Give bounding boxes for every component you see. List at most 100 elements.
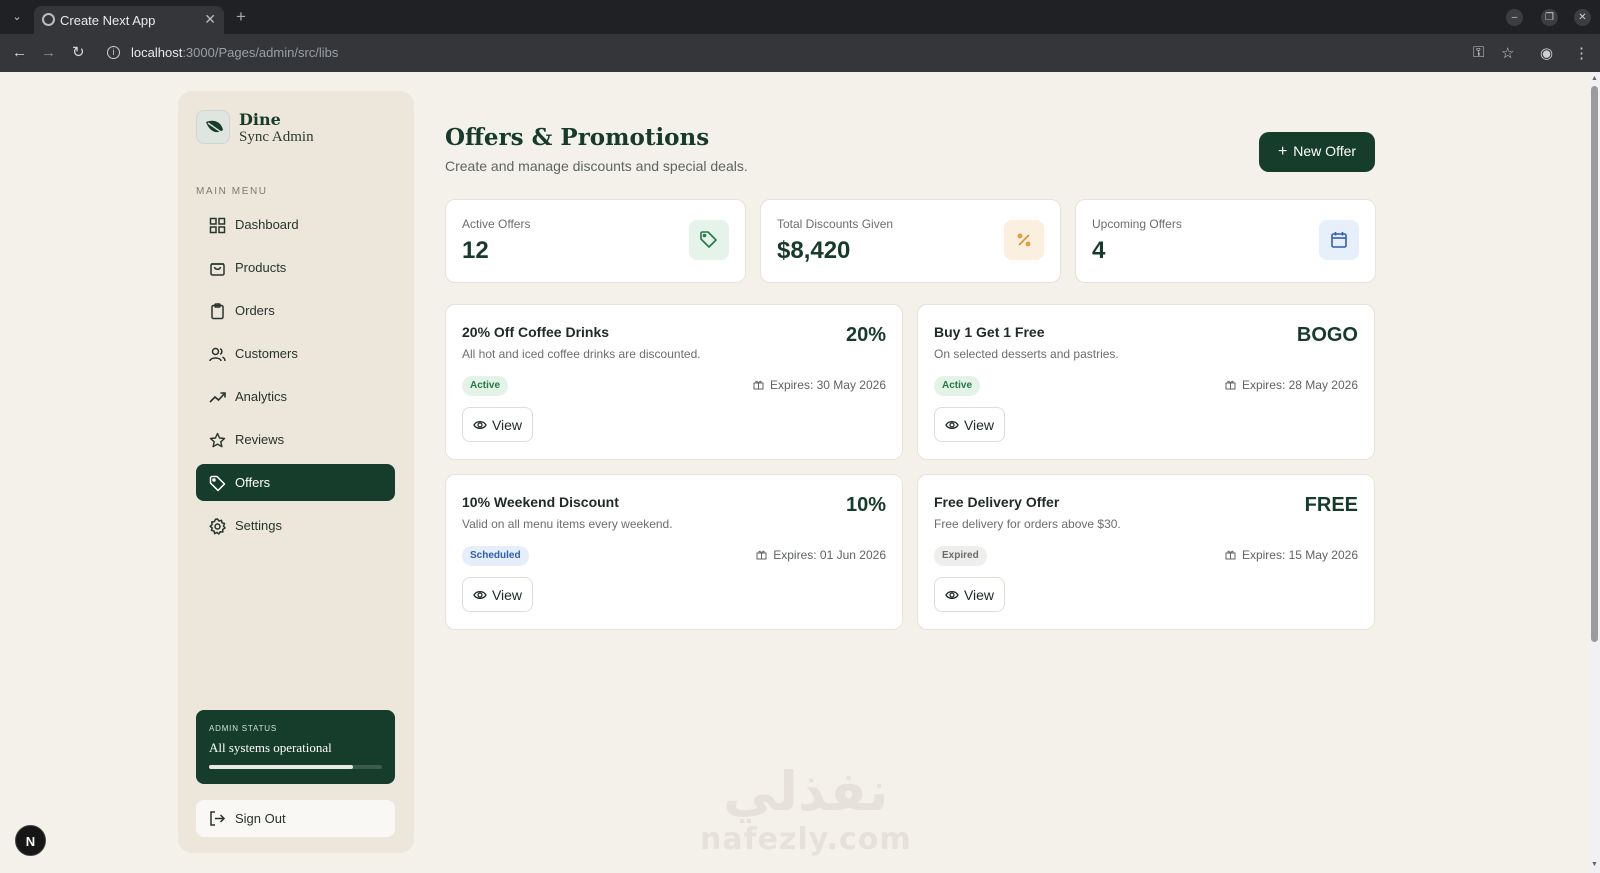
view-button[interactable]: View [462, 577, 533, 612]
offer-description: On selected desserts and pastries. [934, 347, 1119, 361]
offer-name: 20% Off Coffee Drinks [462, 324, 610, 340]
sidebar-item-analytics[interactable]: Analytics [196, 378, 395, 415]
tab-close-icon[interactable]: ✕ [204, 11, 216, 28]
status-progress-bar [209, 765, 382, 769]
page-title: Offers & Promotions [445, 124, 710, 151]
offer-value: 20% [845, 324, 886, 346]
brand-subtitle: Sync Admin [239, 129, 314, 145]
menu-dots-icon[interactable]: ⋮ [1574, 44, 1589, 62]
stat-card-total-discounts: Total Discounts Given $8,420 [760, 199, 1061, 283]
globe-icon [42, 13, 55, 26]
sidebar-item-dashboard[interactable]: Dashboard [196, 206, 395, 243]
restore-icon[interactable]: ❐ [1541, 9, 1558, 26]
status-badge: Scheduled [462, 546, 529, 566]
offer-description: Valid on all menu items every weekend. [462, 517, 673, 531]
leaf-logo-icon [196, 110, 230, 144]
offer-expiry: Expires: 01 Jun 2026 [756, 548, 886, 562]
sign-out-label: Sign Out [235, 811, 286, 826]
profile-icon[interactable]: ◉ [1540, 44, 1553, 62]
scroll-down-icon[interactable]: ▼ [1591, 861, 1598, 868]
forward-icon[interactable]: → [41, 44, 56, 61]
sidebar-item-products[interactable]: Products [196, 249, 395, 286]
sidebar-item-reviews[interactable]: Reviews [196, 421, 395, 458]
eye-icon [473, 420, 487, 429]
nextjs-dev-badge[interactable]: N [15, 825, 46, 856]
key-icon[interactable]: ⚿ [1473, 44, 1484, 61]
sidebar-item-offers[interactable]: Offers [196, 464, 395, 501]
bookmark-star-icon[interactable]: ☆ [1501, 44, 1514, 62]
sidebar-item-label: Offers [235, 475, 271, 490]
back-icon[interactable]: ← [12, 44, 27, 61]
close-window-icon[interactable]: ✕ [1574, 9, 1591, 26]
sidebar: Dine Sync Admin MAIN MENU Dashboard Prod… [178, 91, 414, 853]
offer-expiry: Expires: 30 May 2026 [753, 378, 886, 392]
sidebar-item-customers[interactable]: Customers [196, 335, 395, 372]
tab-search-icon[interactable]: ⌄ [8, 8, 26, 26]
watermark-latin: nafezly.com [700, 822, 912, 857]
tag-icon [689, 220, 729, 260]
plus-icon: + [1277, 143, 1288, 160]
new-offer-label: New Offer [1293, 143, 1357, 159]
status-badge: Active [934, 376, 981, 396]
clipboard-icon [211, 303, 224, 320]
offer-card-bogo: Buy 1 Get 1 Free On selected desserts an… [917, 304, 1375, 460]
sign-out-button[interactable]: Sign Out [196, 800, 395, 837]
offer-expiry: Expires: 15 May 2026 [1225, 548, 1358, 562]
gift-icon [1225, 550, 1236, 560]
status-badge: Active [462, 376, 509, 396]
tab-title: Create Next App [60, 13, 156, 28]
sidebar-item-label: Orders [235, 303, 275, 318]
view-button[interactable]: View [934, 577, 1005, 612]
stat-label: Upcoming Offers [1092, 217, 1182, 231]
page-scrollbar[interactable]: ▲ ▼ [1589, 72, 1600, 873]
grid-icon [209, 217, 226, 234]
browser-tab-bar: ⌄ Create Next App ✕ + – ❐ ✕ [0, 0, 1600, 34]
calendar-icon [1319, 220, 1359, 260]
new-tab-icon[interactable]: + [236, 7, 246, 27]
offer-name: Buy 1 Get 1 Free [934, 324, 1045, 340]
trending-up-icon [209, 392, 226, 403]
site-info-icon[interactable]: i [107, 46, 120, 59]
page-subtitle: Create and manage discounts and special … [445, 158, 748, 174]
offer-value: FREE [1304, 494, 1358, 516]
page-content: Dine Sync Admin MAIN MENU Dashboard Prod… [0, 72, 1589, 873]
status-title: ADMIN STATUS [209, 724, 277, 733]
url-field[interactable]: localhost:3000/Pages/admin/src/libs [131, 45, 338, 60]
stat-label: Active Offers [462, 217, 531, 231]
eye-icon [945, 590, 959, 599]
sidebar-item-label: Products [235, 260, 287, 275]
sidebar-item-label: Settings [235, 518, 282, 533]
gift-icon [753, 380, 764, 390]
eye-icon [945, 420, 959, 429]
offer-card-free-delivery: Free Delivery Offer Free delivery for or… [917, 474, 1375, 630]
view-button[interactable]: View [934, 407, 1005, 442]
status-progress-fill [209, 765, 353, 769]
sidebar-item-settings[interactable]: Settings [196, 507, 395, 544]
sidebar-item-label: Dashboard [235, 217, 299, 232]
status-message: All systems operational [209, 740, 332, 755]
browser-tab[interactable]: Create Next App ✕ [34, 6, 224, 34]
scrollbar-thumb[interactable] [1591, 86, 1598, 642]
sidebar-item-orders[interactable]: Orders [196, 292, 395, 329]
new-offer-button[interactable]: + New Offer [1259, 132, 1375, 172]
sidebar-item-label: Reviews [235, 432, 285, 447]
minimize-icon[interactable]: – [1506, 9, 1523, 26]
offer-name: 10% Weekend Discount [462, 494, 619, 510]
watermark: نفذلي nafezly.com [700, 760, 912, 858]
watermark-arabic: نفذلي [723, 760, 889, 823]
gift-icon [1225, 380, 1236, 390]
stat-label: Total Discounts Given [777, 217, 894, 231]
view-button[interactable]: View [462, 407, 533, 442]
offer-description: All hot and iced coffee drinks are disco… [462, 347, 701, 361]
users-icon [209, 347, 226, 362]
sidebar-item-label: Analytics [235, 389, 288, 404]
bag-icon [210, 263, 225, 276]
offer-expiry: Expires: 28 May 2026 [1225, 378, 1358, 392]
reload-icon[interactable]: ↻ [72, 44, 85, 61]
offer-name: Free Delivery Offer [934, 494, 1060, 510]
offer-value: BOGO [1296, 324, 1358, 346]
scroll-up-icon[interactable]: ▲ [1591, 75, 1598, 82]
eye-icon [473, 590, 487, 599]
offer-description: Free delivery for orders above $30. [934, 517, 1121, 531]
stat-card-active-offers: Active Offers 12 [445, 199, 746, 283]
